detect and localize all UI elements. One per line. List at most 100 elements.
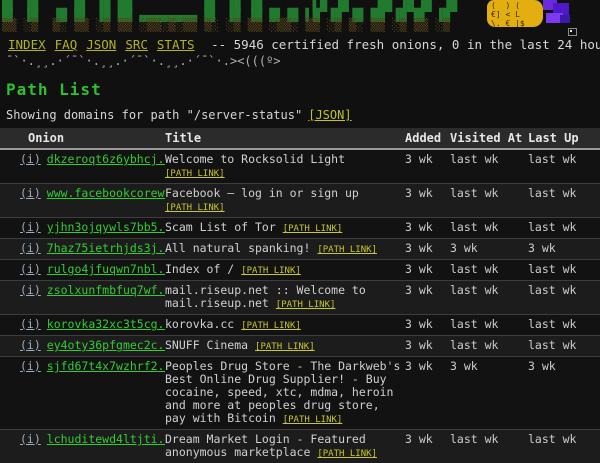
info-link[interactable]: (i) — [20, 359, 41, 373]
onion-cell: (i) 7haz75ietrhjds3j.onion — [0, 239, 165, 260]
visited-at-cell: last wk — [450, 218, 528, 239]
last-up-cell: last wk — [528, 184, 600, 218]
added-cell: 3 wk — [405, 336, 450, 357]
path-table: Onion Title Added Visited At Last Up (i)… — [0, 128, 600, 463]
path-link[interactable]: [PATH LINK] — [283, 224, 343, 234]
visited-at-cell: 3 wk — [450, 239, 528, 260]
added-cell: 3 wk — [405, 315, 450, 336]
path-link[interactable]: [PATH LINK] — [317, 245, 377, 255]
added-cell: 3 wk — [405, 218, 450, 239]
info-link[interactable]: (i) — [20, 317, 41, 331]
title-cell: Dream Market Login - Featured anonymous … — [165, 430, 405, 463]
added-cell: 3 wk — [405, 260, 450, 281]
nav-link-index[interactable]: INDEX — [8, 37, 46, 52]
title-cell: Facebook – log in or sign up [PATH LINK] — [165, 184, 405, 218]
path-link[interactable]: [PATH LINK] — [255, 342, 315, 352]
last-up-cell: 3 wk — [528, 357, 600, 430]
path-table-body: (i) dkzeroqt6z6ybhcj.onion Welcome to Roc… — [0, 149, 600, 463]
nav-link-stats[interactable]: STATS — [157, 37, 195, 52]
ascii-fish-divider: ¯`·.¸¸.·´¯`·.¸¸.·´¯`·.¸¸.·´¯`·.><(((º> — [6, 54, 281, 68]
onion-cell: (i) rulgo4jfuqwn7nbl.onion — [0, 260, 165, 281]
info-link[interactable]: (i) — [20, 152, 41, 166]
added-cell: 3 wk — [405, 184, 450, 218]
info-link[interactable]: (i) — [20, 186, 41, 200]
onion-cell: (i) ey4oty36pfgmec2c.onion — [0, 336, 165, 357]
onion-link[interactable]: 7haz75ietrhjds3j.onion — [47, 241, 165, 255]
onion-link[interactable]: yjhn3ojqywls7bb5.onion — [47, 220, 165, 234]
title-cell: mail.riseup.net :: Welcome to mail.riseu… — [165, 281, 405, 315]
table-row: (i) yjhn3ojqywls7bb5.onion Scam List of T… — [0, 218, 600, 239]
column-header-onion: Onion — [0, 128, 165, 149]
purple-block — [560, 15, 570, 23]
added-cell: 3 wk — [405, 430, 450, 463]
onion-link[interactable]: lchuditewd4ltjti.onion — [47, 432, 165, 446]
title-cell: Peoples Drug Store - The Darkweb's Best … — [165, 357, 405, 430]
table-header-row: Onion Title Added Visited At Last Up — [0, 128, 600, 149]
page-title: Path List — [6, 80, 102, 99]
visited-at-cell: 3 wk — [450, 357, 528, 430]
title-cell: All natural spanking! [PATH LINK] — [165, 239, 405, 260]
json-link[interactable]: [JSON] — [308, 108, 351, 122]
page: █▌ ▐█ █▌ ▐█ ██ █▌ ▐█ ▐█ ▌█ ▐█ ██ ▐█ █▌ ▐… — [0, 0, 600, 400]
path-link[interactable]: [PATH LINK] — [241, 266, 301, 276]
onion-logo-art: ( ) ( €] < L \. € |$ — [487, 0, 543, 27]
visited-at-cell: last wk — [450, 336, 528, 357]
onion-link[interactable]: sjfd67t4x7wzhrf2.onion — [47, 359, 165, 373]
onion-cell: (i) korovka32xc3t5cg.onion — [0, 315, 165, 336]
info-link[interactable]: (i) — [20, 220, 41, 234]
onion-link[interactable]: rulgo4jfuqwn7nbl.onion — [47, 262, 165, 276]
table-row: (i) lchuditewd4ltjti.onion Dream Market L… — [0, 430, 600, 463]
nav-links: INDEX FAQ JSON SRC STATS — [8, 37, 204, 52]
column-header-title: Title — [165, 128, 405, 149]
subtitle-text: Showing domains for path "/server-status… — [6, 108, 302, 122]
onion-link[interactable]: korovka32xc3t5cg.onion — [47, 317, 165, 331]
nav-link-src[interactable]: SRC — [125, 37, 148, 52]
top-nav: INDEX FAQ JSON SRC STATS -- 5946 certified f… — [8, 37, 600, 52]
title-text: SNUFF Cinema — [165, 338, 248, 352]
visited-at-cell: last wk — [450, 430, 528, 463]
info-link[interactable]: (i) — [20, 241, 41, 255]
onion-cell: (i) sjfd67t4x7wzhrf2.onion — [0, 357, 165, 430]
info-link[interactable]: (i) — [20, 432, 41, 446]
onion-link[interactable]: zsolxunfmbfuq7wf.onion — [47, 283, 165, 297]
nav-link-json[interactable]: JSON — [86, 37, 116, 52]
onion-link[interactable]: ey4oty36pfgmec2c.onion — [47, 338, 165, 352]
path-link[interactable]: [PATH LINK] — [241, 321, 301, 331]
title-cell: Scam List of Tor [PATH LINK] — [165, 218, 405, 239]
onion-link[interactable]: dkzeroqt6z6ybhcj.onion — [47, 152, 165, 166]
title-cell: Welcome to Rocksolid Light [PATH LINK] — [165, 149, 405, 184]
title-cell: Index of / [PATH LINK] — [165, 260, 405, 281]
info-link[interactable]: (i) — [20, 262, 41, 276]
title-cell: korovka.cc [PATH LINK] — [165, 315, 405, 336]
path-link[interactable]: [PATH LINK] — [276, 300, 336, 310]
path-link[interactable]: [PATH LINK] — [165, 203, 225, 213]
title-text: Index of / — [165, 262, 234, 276]
banner-ascii-art: █▌ ▐█ █▌ ▐█ ██ █▌ ▐█ ▐█ ▌█ ▐█ ██ ▐█ █▌ ▐… — [2, 0, 457, 20]
title-text: korovka.cc — [165, 317, 234, 331]
added-cell: 3 wk — [405, 149, 450, 184]
table-row: (i) sjfd67t4x7wzhrf2.onion Peoples Drug S… — [0, 357, 600, 430]
visited-at-cell: last wk — [450, 149, 528, 184]
path-link[interactable]: [PATH LINK] — [165, 169, 225, 179]
info-link[interactable]: (i) — [20, 283, 41, 297]
onion-count-status: -- 5946 certified fresh onions, 0 in the… — [211, 37, 600, 52]
table-row: (i) 7haz75ietrhjds3j.onion All natural sp… — [0, 239, 600, 260]
column-header-last-up: Last Up — [528, 128, 600, 149]
onion-link[interactable]: www.facebookcorewwwi.oni… — [47, 186, 165, 200]
last-up-cell: last wk — [528, 281, 600, 315]
title-text: mail.riseup.net :: Welcome to mail.riseu… — [165, 283, 366, 310]
path-link[interactable]: [PATH LINK] — [317, 449, 377, 459]
broken-image-icon — [568, 28, 577, 36]
table-row: (i) rulgo4jfuqwn7nbl.onion Index of / [PA… — [0, 260, 600, 281]
last-up-cell: last wk — [528, 315, 600, 336]
onion-cell: (i) dkzeroqt6z6ybhcj.onion — [0, 149, 165, 184]
banner-ascii-shadow: ▒▒ ░▒ ▒░ ▒▒ ░▒ ▒▒ ░▒▒░▒░▒▒ ▒░ ░▒ ▒▒ ░▒▒░… — [2, 20, 450, 30]
added-cell: 3 wk — [405, 357, 450, 430]
info-link[interactable]: (i) — [20, 338, 41, 352]
path-link[interactable]: [PATH LINK] — [283, 415, 343, 425]
last-up-cell: last wk — [528, 430, 600, 463]
column-header-visited-at: Visited At — [450, 128, 528, 149]
subtitle: Showing domains for path "/server-status… — [6, 108, 352, 122]
title-cell: SNUFF Cinema [PATH LINK] — [165, 336, 405, 357]
nav-link-faq[interactable]: FAQ — [55, 37, 78, 52]
